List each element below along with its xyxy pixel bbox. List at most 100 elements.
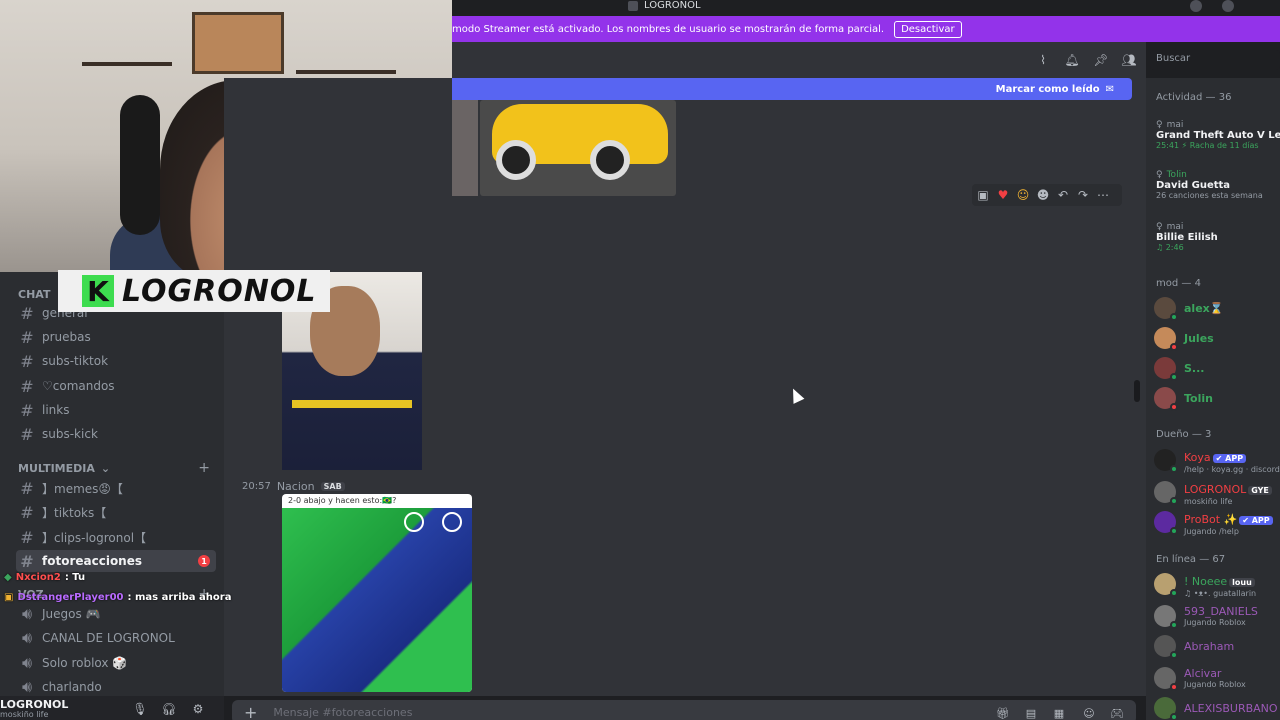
activity-detail: ♫ 2:46	[1156, 243, 1184, 252]
apps-icon[interactable]: 🎮︎	[1110, 706, 1124, 720]
status-dot	[1170, 651, 1178, 659]
inbox-icon[interactable]	[1190, 0, 1202, 12]
channel-fotoreacciones[interactable]: # fotoreacciones 1	[16, 550, 216, 572]
more-icon[interactable]: ⋯	[1096, 188, 1110, 202]
channel-links[interactable]: # links	[16, 399, 216, 421]
flushed-reaction-icon[interactable]: ☺	[1016, 188, 1030, 202]
attachment-image-soccer[interactable]: 2-0 abajo y hacen esto:🇧🇷?	[282, 494, 472, 692]
avatar	[1154, 297, 1178, 321]
attachment-image-partial[interactable]	[452, 100, 478, 196]
status-dot	[1170, 403, 1178, 411]
channel-memes[interactable]: # 】memes😡【	[16, 477, 216, 499]
sticker-icon[interactable]: ▦	[1052, 706, 1066, 720]
microphone-icon[interactable]: 🎙︎	[132, 702, 147, 716]
activity-card[interactable]: ♀ mai Billie Eilish ♫ 2:46	[1156, 222, 1280, 252]
category-multimedia[interactable]: MULTIMEDIA ⌄	[18, 462, 110, 475]
add-channel-icon[interactable]: +	[198, 460, 210, 476]
channel-label: fotoreacciones	[42, 554, 143, 568]
voice-channel-charlando[interactable]: 🔊︎ charlando	[16, 676, 216, 698]
channel-subs-kick[interactable]: # subs-kick	[16, 423, 216, 445]
speaker-icon: 🔊︎	[21, 628, 33, 647]
add-attachment-icon[interactable]: +	[244, 703, 257, 720]
activity-card[interactable]: ♀mai Grand Theft Auto V Legacy 25:41 ⚡ R…	[1156, 120, 1280, 150]
message-header: 20:57 Nacion SAB	[242, 480, 345, 493]
gear-icon[interactable]: ⚙	[191, 702, 205, 716]
headphones-icon[interactable]: 🎧︎	[161, 702, 176, 716]
hash-icon: #	[20, 303, 34, 323]
voice-channel-juegos[interactable]: 🔊︎ Juegos 🎮	[16, 603, 216, 625]
channel-clips-logronol[interactable]: # 】clips-logronol【	[16, 526, 216, 548]
channel-pruebas[interactable]: # pruebas	[16, 326, 216, 348]
voice-channel-canal-de-logronol[interactable]: 🔊︎ CANAL DE LOGRONOL	[16, 627, 216, 649]
member-item[interactable]: Alcivar Jugando Roblox	[1154, 664, 1280, 692]
gif-icon[interactable]: ▤	[1024, 706, 1038, 720]
car-wheel	[496, 140, 536, 180]
message-input[interactable]: Mensaje #fotoreacciones	[273, 706, 412, 719]
member-item[interactable]: alex⌛	[1154, 294, 1280, 322]
members-icon[interactable]: 👥︎	[1121, 53, 1136, 67]
member-item[interactable]: Jules	[1154, 324, 1280, 352]
diamond-icon: ◆	[4, 572, 12, 583]
app-tag: ✔ APP	[1239, 516, 1273, 525]
activity-game: Grand Theft Auto V Legacy	[1156, 130, 1280, 141]
activity-card[interactable]: ♀ Tolin David Guetta 26 canciones esta se…	[1156, 170, 1280, 200]
chat-scrollbar[interactable]	[1134, 380, 1140, 402]
reaction-icon[interactable]: ▣	[976, 188, 990, 202]
channel-label: 】clips-logronol【	[42, 530, 147, 545]
member-item[interactable]: S...	[1154, 354, 1280, 382]
status-dot	[1170, 589, 1178, 597]
member-item[interactable]: LOGRONOL GYE moskiño life	[1154, 478, 1280, 506]
channel-subs-tiktok[interactable]: # subs-tiktok	[16, 350, 216, 372]
member-sub: Jugando Roblox	[1184, 618, 1246, 627]
threads-icon[interactable]: ⌇	[1036, 53, 1050, 67]
channel-comandos[interactable]: # ♡comandos	[16, 375, 216, 397]
user-status: moskiño life	[0, 710, 49, 719]
member-item[interactable]: 593_DANIELS Jugando Roblox	[1154, 602, 1280, 630]
pin-icon[interactable]: 📌︎	[1093, 53, 1108, 67]
activity-user: ♀ mai	[1156, 120, 1280, 130]
search-input[interactable]: Buscar	[1150, 50, 1280, 70]
disable-streamer-mode-button[interactable]: Desactivar	[894, 20, 962, 38]
member-item[interactable]: Tolin	[1154, 384, 1280, 412]
profile-icon	[442, 512, 462, 532]
unread-badge: 1	[198, 555, 210, 567]
channel-tiktoks[interactable]: # 】tiktoks【	[16, 501, 216, 523]
status-dot	[1170, 683, 1178, 691]
channel-label: 】tiktoks【	[42, 505, 107, 520]
member-item[interactable]: ProBot ✨ ✔ APP Jugando /help	[1154, 508, 1280, 536]
notice-text: modo Streamer está activado. Los nombres…	[452, 23, 885, 35]
forward-icon[interactable]: ↷	[1076, 188, 1090, 202]
activity-header: Actividad — 36	[1156, 92, 1232, 103]
member-item[interactable]: ! Noeee louu ♫ •ᴥ•. guatallarin	[1154, 570, 1280, 598]
member-item[interactable]: Abraham	[1154, 632, 1280, 660]
streamer-logo-banner: K LOGRONOL	[58, 270, 330, 312]
cam-shelf	[296, 70, 396, 74]
avatar	[1154, 605, 1178, 629]
status-dot	[1170, 343, 1178, 351]
channel-sidebar: CHAT # general # pruebas # subs-tiktok # ♡co…	[0, 272, 224, 720]
member-item[interactable]: Koya ✔ APP/help · koya.gg · discord.g	[1154, 446, 1280, 474]
attachment-image-car[interactable]	[480, 100, 676, 196]
streamer-mode-notice: modo Streamer está activado. Los nombres…	[452, 16, 1280, 42]
help-icon[interactable]	[1222, 0, 1234, 12]
avatar	[1154, 573, 1178, 597]
reply-icon[interactable]: ↶	[1056, 188, 1070, 202]
guild-tag: GYE	[1248, 486, 1272, 495]
category-chat[interactable]: CHAT	[18, 288, 50, 301]
stream-chat-user: Nxcion2	[15, 572, 61, 583]
member-item[interactable]: ALEXISBURBANO	[1154, 694, 1280, 720]
gift-icon[interactable]: 🎁︎	[996, 706, 1010, 720]
channel-label: links	[42, 403, 70, 417]
cam-headset	[120, 95, 160, 235]
activity-detail: 26 canciones esta semana	[1156, 191, 1263, 200]
emoji-icon[interactable]: ☺	[1082, 706, 1096, 720]
avatar	[1154, 667, 1178, 691]
member-sub: ♫ •ᴥ•. guatallarin	[1184, 589, 1257, 598]
bell-icon[interactable]: 🔔︎	[1064, 53, 1079, 67]
voice-channel-solo-roblox[interactable]: 🔊︎ Solo roblox 🎲	[16, 652, 216, 674]
add-reaction-icon[interactable]: ☻	[1036, 188, 1050, 202]
heart-reaction-icon[interactable]: ♥	[996, 188, 1010, 202]
message-author[interactable]: Nacion	[277, 480, 315, 493]
mark-as-read-banner[interactable]: Marcar como leído ✉	[452, 78, 1132, 100]
user-icon: ♀	[1156, 170, 1163, 180]
